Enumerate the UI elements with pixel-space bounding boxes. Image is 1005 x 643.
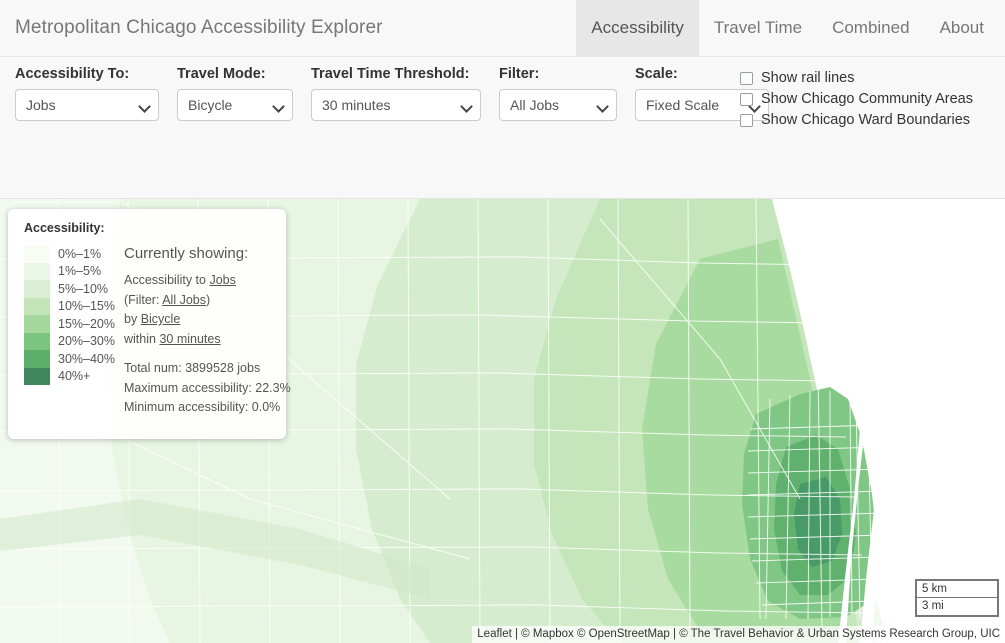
legend-line-threshold: within 30 minutes bbox=[124, 330, 291, 350]
chevron-down-icon-wrap-accessibility-to: Jobs bbox=[15, 89, 159, 121]
legend-swatch bbox=[24, 245, 50, 263]
legend-stat-minimum: Minimum accessibility: 0.0% bbox=[124, 400, 281, 414]
legend-range-label: 20%–30% bbox=[58, 334, 115, 349]
legend-swatch bbox=[24, 297, 50, 315]
label-travel-time-threshold: Travel Time Threshold: bbox=[311, 66, 470, 82]
legend-swatch bbox=[24, 367, 50, 385]
legend-panel: Accessibility: 0%–1% 1%–5% 5%–10% 10%–15… bbox=[8, 209, 291, 439]
legend-link-jobs[interactable]: Jobs bbox=[209, 273, 235, 287]
legend-line-prefix: Accessibility to bbox=[124, 273, 210, 287]
legend-item: 30%–40% bbox=[24, 350, 116, 368]
scale-bar-km: 5 km bbox=[915, 578, 999, 599]
select-filter[interactable]: All Jobs bbox=[499, 89, 617, 121]
legend-range-label: 10%–15% bbox=[58, 299, 115, 314]
legend-body: 0%–1% 1%–5% 5%–10% 10%–15% 15%–20% 20%–3… bbox=[20, 245, 291, 418]
tab-accessibility[interactable]: Accessibility bbox=[576, 0, 699, 56]
label-travel-mode: Travel Mode: bbox=[177, 66, 266, 82]
legend-stat-total: Total num: 3899528 jobs bbox=[124, 361, 261, 375]
label-accessibility-to: Accessibility To: bbox=[15, 66, 130, 82]
legend-item: 40%+ bbox=[24, 367, 116, 385]
legend-line-mode: by Bicycle bbox=[124, 310, 291, 330]
tab-about[interactable]: About bbox=[925, 0, 999, 56]
chevron-down-icon-wrap-travel-time: 30 minutes bbox=[311, 89, 481, 121]
checkbox-show-chicago-ward-boundaries[interactable]: Show Chicago Ward Boundaries bbox=[740, 111, 973, 129]
legend-line-filter: (Filter: All Jobs) bbox=[124, 291, 291, 311]
legend-stat-maximum: Maximum accessibility: 22.3% bbox=[124, 380, 291, 395]
scale-bar-mi: 3 mi bbox=[915, 598, 999, 617]
checkbox-show-chicago-community-areas[interactable]: Show Chicago Community Areas bbox=[740, 90, 973, 108]
control-group-travel-time-threshold: Travel Time Threshold: 30 minutes bbox=[311, 66, 481, 121]
legend-range-label: 15%–20% bbox=[58, 316, 115, 331]
control-group-filter: Filter: All Jobs bbox=[499, 66, 617, 121]
legend-info: Currently showing: Accessibility to Jobs… bbox=[116, 245, 291, 418]
legend-link-all-jobs[interactable]: All Jobs bbox=[162, 293, 206, 307]
checkbox-label-community-areas: Show Chicago Community Areas bbox=[761, 91, 973, 107]
nav-tabs: Accessibility Travel Time Combined About bbox=[576, 0, 1005, 56]
legend-statistics: Total num: 3899528 jobs Maximum accessib… bbox=[124, 359, 291, 418]
legend-swatch bbox=[24, 350, 50, 368]
checkbox-label-rail-lines: Show rail lines bbox=[761, 70, 855, 86]
legend-swatch bbox=[24, 332, 50, 350]
legend-range-label: 40%+ bbox=[58, 369, 91, 384]
legend-item: 0%–1% bbox=[24, 245, 116, 263]
chevron-down-icon-wrap-travel-mode: Bicycle bbox=[177, 89, 293, 121]
app-brand-title: Metropolitan Chicago Accessibility Explo… bbox=[15, 17, 383, 38]
legend-swatch bbox=[24, 280, 50, 298]
controls-panel: Accessibility To: Jobs Travel Mode: Bicy… bbox=[0, 57, 1005, 251]
legend-link-30-minutes[interactable]: 30 minutes bbox=[159, 332, 220, 346]
select-accessibility-to[interactable]: Jobs bbox=[15, 89, 159, 121]
control-row: Accessibility To: Jobs Travel Mode: Bicy… bbox=[15, 66, 769, 121]
legend-item: 15%–20% bbox=[24, 315, 116, 333]
control-group-travel-mode: Travel Mode: Bicycle bbox=[177, 66, 293, 121]
legend-line-prefix: (Filter: bbox=[124, 292, 163, 307]
map-attribution[interactable]: Leaflet | © Mapbox © OpenStreetMap | © T… bbox=[472, 626, 1005, 643]
legend-title: Accessibility: bbox=[24, 221, 105, 235]
select-travel-time-threshold[interactable]: 30 minutes bbox=[311, 89, 481, 121]
legend-range-label: 30%–40% bbox=[58, 351, 115, 366]
legend-line-prefix: by bbox=[124, 312, 141, 326]
legend-range-label: 0%–1% bbox=[58, 246, 102, 261]
checkbox-show-rail-lines[interactable]: Show rail lines bbox=[740, 69, 973, 87]
select-travel-mode[interactable]: Bicycle bbox=[177, 89, 293, 121]
legend-currently-showing-heading: Currently showing: bbox=[124, 245, 249, 262]
legend-swatch bbox=[24, 262, 50, 280]
legend-item: 5%–10% bbox=[24, 280, 116, 298]
tab-travel-time[interactable]: Travel Time bbox=[699, 0, 817, 56]
legend-item: 10%–15% bbox=[24, 297, 116, 315]
legend-color-scale: 0%–1% 1%–5% 5%–10% 10%–15% 15%–20% 20%–3… bbox=[20, 245, 116, 418]
label-filter: Filter: bbox=[499, 66, 540, 82]
legend-link-bicycle[interactable]: Bicycle bbox=[141, 312, 181, 326]
legend-item: 1%–5% bbox=[24, 262, 116, 280]
legend-swatch bbox=[24, 315, 50, 333]
chevron-down-icon-wrap-filter: All Jobs bbox=[499, 89, 617, 121]
legend-range-label: 1%–5% bbox=[58, 264, 102, 279]
legend-line-suffix: ) bbox=[205, 292, 211, 307]
checkbox-box-icon-community-areas[interactable] bbox=[740, 92, 753, 106]
checkbox-box-icon-ward-boundaries[interactable] bbox=[740, 113, 753, 127]
legend-item: 20%–30% bbox=[24, 332, 116, 350]
layer-checkbox-group: Show rail lines Show Chicago Community A… bbox=[740, 69, 973, 129]
legend-range-label: 5%–10% bbox=[58, 281, 109, 296]
checkbox-label-ward-boundaries: Show Chicago Ward Boundaries bbox=[761, 112, 971, 128]
legend-line-accessibility-to: Accessibility to Jobs bbox=[124, 271, 291, 291]
control-group-accessibility-to: Accessibility To: Jobs bbox=[15, 66, 159, 121]
checkbox-box-icon-rail-lines[interactable] bbox=[740, 71, 753, 85]
application-root: Metropolitan Chicago Accessibility Explo… bbox=[0, 0, 1005, 643]
map-scale-bar: 5 km 3 mi bbox=[915, 578, 999, 617]
legend-line-prefix: within bbox=[124, 331, 160, 346]
navbar: Metropolitan Chicago Accessibility Explo… bbox=[0, 0, 1005, 57]
tab-combined[interactable]: Combined bbox=[817, 0, 925, 56]
